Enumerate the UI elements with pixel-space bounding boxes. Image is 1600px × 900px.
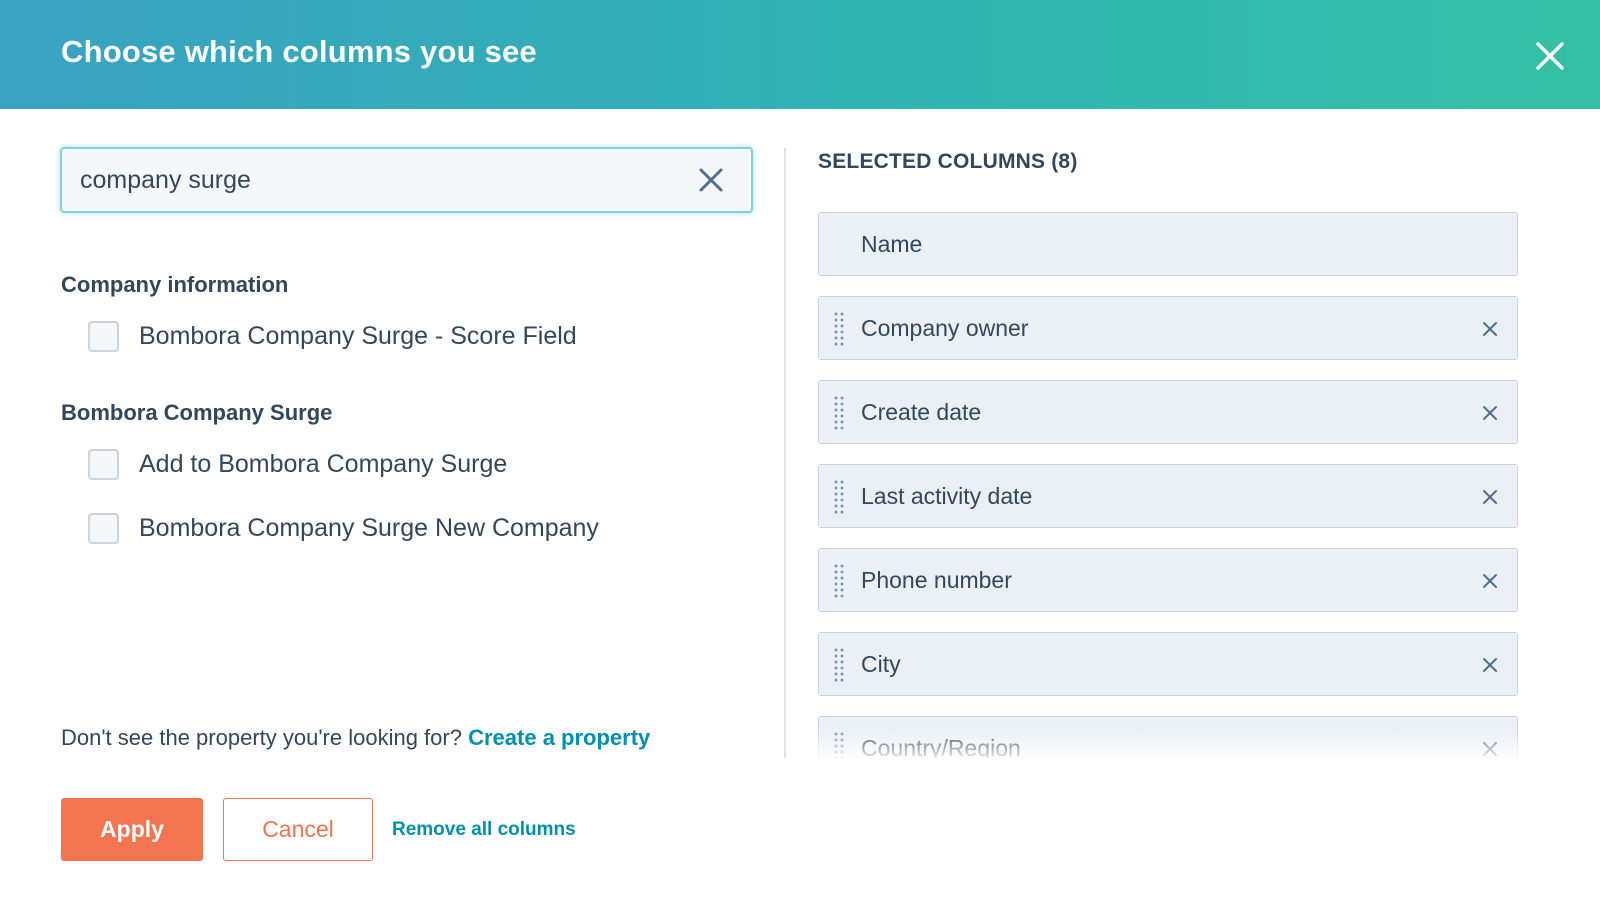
group-title-company-information: Company information xyxy=(61,272,289,297)
property-option[interactable]: Add to Bombora Company Surge xyxy=(88,447,507,481)
close-icon xyxy=(1536,42,1564,70)
missing-property-note: Don't see the property you're looking fo… xyxy=(61,725,650,751)
remove-column-button[interactable] xyxy=(1481,404,1499,422)
create-property-link[interactable]: Create a property xyxy=(468,725,650,750)
drag-handle-icon[interactable] xyxy=(833,563,845,599)
property-option[interactable]: Bombora Company Surge - Score Field xyxy=(88,319,577,353)
checkbox[interactable] xyxy=(88,448,119,480)
clear-icon xyxy=(699,168,723,192)
property-option[interactable]: Bombora Company Surge New Company xyxy=(88,511,599,545)
property-option-label: Bombora Company Surge New Company xyxy=(139,513,599,542)
missing-property-text: Don't see the property you're looking fo… xyxy=(61,725,462,750)
selected-column-item[interactable]: Last activity date xyxy=(818,464,1518,528)
selected-column-item[interactable]: Country/Region xyxy=(818,716,1518,758)
search-field xyxy=(60,147,753,213)
checkbox[interactable] xyxy=(88,512,119,544)
selected-column-item[interactable]: City xyxy=(818,632,1518,696)
cancel-button[interactable]: Cancel xyxy=(223,798,373,861)
remove-all-columns-link[interactable]: Remove all columns xyxy=(392,819,576,841)
checkbox[interactable] xyxy=(88,320,119,352)
selected-column-item[interactable]: Company owner xyxy=(818,296,1518,360)
remove-icon xyxy=(1483,742,1497,756)
remove-column-button[interactable] xyxy=(1481,572,1499,590)
remove-icon xyxy=(1483,406,1497,420)
drag-handle-icon[interactable] xyxy=(833,311,845,347)
selected-column-item[interactable]: Phone number xyxy=(818,548,1518,612)
property-option-label: Bombora Company Surge - Score Field xyxy=(139,321,577,350)
selected-columns-heading: SELECTED COLUMNS (8) xyxy=(818,150,1078,173)
remove-icon xyxy=(1483,574,1497,588)
remove-icon xyxy=(1483,490,1497,504)
group-title-bombora-company-surge: Bombora Company Surge xyxy=(61,400,333,425)
selected-column-label: Create date xyxy=(861,399,982,425)
close-button[interactable] xyxy=(1530,36,1570,76)
selected-column-label: Last activity date xyxy=(861,483,1033,509)
selected-column-item[interactable]: Create date xyxy=(818,380,1518,444)
selected-column-label: Company owner xyxy=(861,315,1029,341)
property-option-label: Add to Bombora Company Surge xyxy=(139,449,508,478)
selected-columns-list[interactable]: Name Company owner Create date Last acti… xyxy=(818,212,1538,758)
search-clear-button[interactable] xyxy=(696,165,726,195)
drag-handle-icon[interactable] xyxy=(833,731,845,758)
drag-handle-icon[interactable] xyxy=(833,479,845,515)
selected-column-label: City xyxy=(861,651,901,677)
remove-column-button[interactable] xyxy=(1481,488,1499,506)
drag-handle-icon[interactable] xyxy=(833,395,845,431)
selected-column-label: Country/Region xyxy=(861,735,1021,758)
dialog-title: Choose which columns you see xyxy=(61,34,537,69)
remove-icon xyxy=(1483,658,1497,672)
panel-divider xyxy=(784,148,786,758)
drag-handle-icon[interactable] xyxy=(833,647,845,683)
dialog-header: Choose which columns you see xyxy=(0,0,1600,109)
selected-column-item: Name xyxy=(818,212,1518,276)
selected-column-label: Name xyxy=(861,231,923,257)
apply-button[interactable]: Apply xyxy=(61,798,203,861)
remove-icon xyxy=(1483,322,1497,336)
selected-column-label: Phone number xyxy=(861,567,1012,593)
search-input[interactable] xyxy=(80,149,660,211)
remove-column-button[interactable] xyxy=(1481,740,1499,758)
remove-column-button[interactable] xyxy=(1481,320,1499,338)
remove-column-button[interactable] xyxy=(1481,656,1499,674)
